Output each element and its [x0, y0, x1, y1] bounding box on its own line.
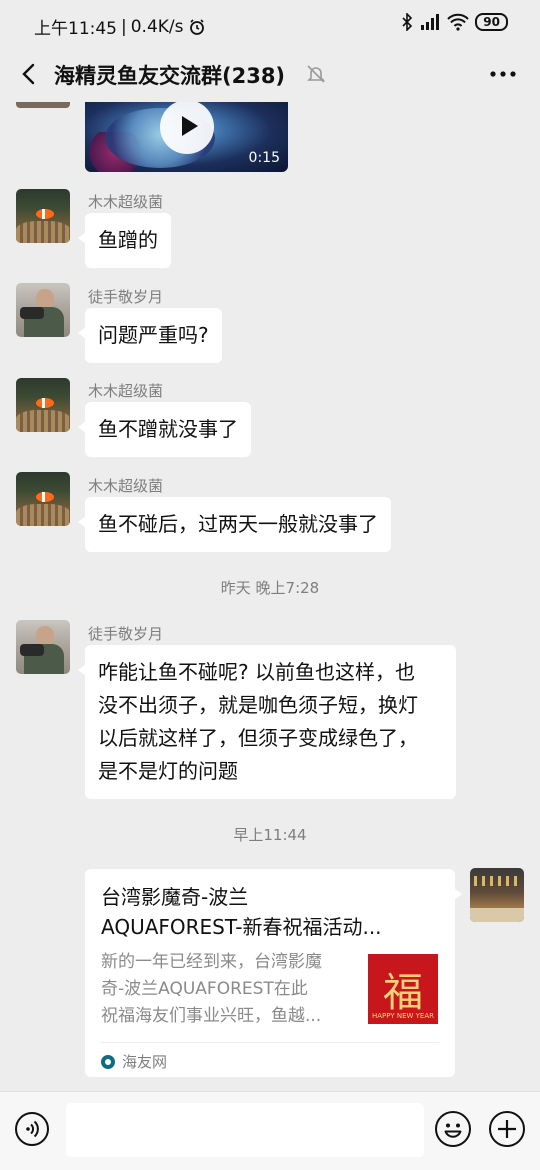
- message-line: 没不出须子，就是咖色须子短，换灯: [98, 693, 418, 717]
- avatar-tushou[interactable]: [16, 620, 70, 674]
- avatar-mumu[interactable]: [16, 472, 70, 526]
- wifi-icon: [447, 13, 470, 31]
- link-divider: [101, 1042, 439, 1043]
- emoji-button[interactable]: [435, 1111, 471, 1147]
- avatar[interactable]: [16, 102, 70, 108]
- message-line: 是不是灯的问题: [98, 759, 238, 783]
- bluetooth-icon: [402, 13, 413, 31]
- shared-link-card[interactable]: 台湾影魔奇-波兰 AQUAFOREST-新春祝福活动... 新的一年已经到来，台…: [85, 869, 462, 1077]
- message-bubble[interactable]: 鱼蹭的: [78, 213, 171, 268]
- cellular-signal-icon: [421, 14, 440, 30]
- more-functions-button[interactable]: [489, 1111, 525, 1147]
- message-input[interactable]: [66, 1103, 424, 1157]
- alarm-icon: [189, 18, 204, 35]
- sender-name: 木木超级菌: [88, 193, 164, 211]
- sender-name: 徒手敬岁月: [88, 288, 164, 306]
- source-logo-icon: [101, 1054, 115, 1069]
- message-line: 以后就这样了，但须子变成绿色了，: [98, 726, 418, 750]
- video-duration: 0:15: [248, 150, 280, 166]
- chat-area[interactable]: 0:15 木木超级菌 鱼蹭的 徒手敬岁月 问题严重吗? 木木超级菌 鱼不蹭就没事…: [0, 102, 540, 1092]
- voice-input-button[interactable]: [15, 1112, 49, 1146]
- plus-icon: [498, 1120, 516, 1138]
- link-title-line: AQUAFOREST-新春祝福活动...: [101, 915, 382, 939]
- status-time: 上午11:45: [34, 19, 117, 39]
- time-separator: 早上11:44: [233, 826, 307, 844]
- avatar-me[interactable]: [470, 868, 524, 922]
- link-desc-line: 新的一年已经到来，台湾影魔: [101, 952, 322, 972]
- status-right: 90: [401, 13, 508, 31]
- status-bar: 上午11:45 | 0.4K/s 90: [0, 0, 540, 48]
- message-bubble[interactable]: 鱼不碰后，过两天一般就没事了: [78, 497, 391, 552]
- input-bar: [0, 1091, 540, 1170]
- time-separator: 昨天 晚上7:28: [220, 579, 320, 597]
- emoji-face-icon: [444, 1123, 462, 1138]
- link-title: 台湾影魔奇-波兰 AQUAFOREST-新春祝福活动...: [101, 882, 441, 942]
- link-thumbnail: 福 HAPPY NEW YEAR: [368, 954, 438, 1024]
- sender-name: 徒手敬岁月: [88, 625, 164, 643]
- voice-wave-icon: [26, 1120, 39, 1138]
- sender-name: 木木超级菌: [88, 382, 164, 400]
- avatar-mumu[interactable]: [16, 378, 70, 432]
- battery-indicator: 90: [475, 13, 508, 31]
- avatar-tushou[interactable]: [16, 283, 70, 337]
- source-name: 海友网: [122, 1053, 168, 1071]
- back-arrow-icon[interactable]: [16, 60, 44, 88]
- more-options-icon[interactable]: [488, 62, 518, 86]
- fu-character: 福: [383, 970, 423, 1016]
- thumbnail-tag: HAPPY NEW YEAR: [372, 1012, 434, 1020]
- message-line: 咋能让鱼不碰呢? 以前鱼也这样，也: [98, 660, 415, 684]
- link-source: 海友网: [101, 1051, 167, 1072]
- chat-title: 海精灵鱼友交流群(238): [54, 64, 286, 88]
- avatar-mumu[interactable]: [16, 189, 70, 243]
- sender-name: 木木超级菌: [88, 477, 164, 495]
- play-icon[interactable]: [160, 102, 214, 154]
- link-desc-line: 奇-波兰AQUAFOREST在此: [101, 979, 308, 999]
- link-description: 新的一年已经到来，台湾影魔 奇-波兰AQUAFOREST在此 祝福海友们事业兴旺…: [101, 949, 349, 1030]
- status-divider: |: [121, 16, 127, 37]
- mute-bell-icon: [307, 65, 325, 83]
- message-bubble[interactable]: 鱼不蹭就没事了: [78, 402, 251, 457]
- message-bubble-long[interactable]: 咋能让鱼不碰呢? 以前鱼也这样，也 没不出须子，就是咖色须子短，换灯 以后就这样…: [78, 645, 456, 799]
- status-left: 上午11:45 | 0.4K/s: [34, 14, 206, 39]
- message-bubble[interactable]: 问题严重吗?: [78, 308, 222, 363]
- nav-bar: 海精灵鱼友交流群(238): [0, 48, 540, 102]
- network-speed: 0.4K/s: [130, 16, 184, 37]
- video-message[interactable]: 0:15: [85, 102, 288, 172]
- link-title-line: 台湾影魔奇-波兰: [101, 885, 249, 909]
- link-desc-line: 祝福海友们事业兴旺，鱼越...: [101, 1006, 322, 1026]
